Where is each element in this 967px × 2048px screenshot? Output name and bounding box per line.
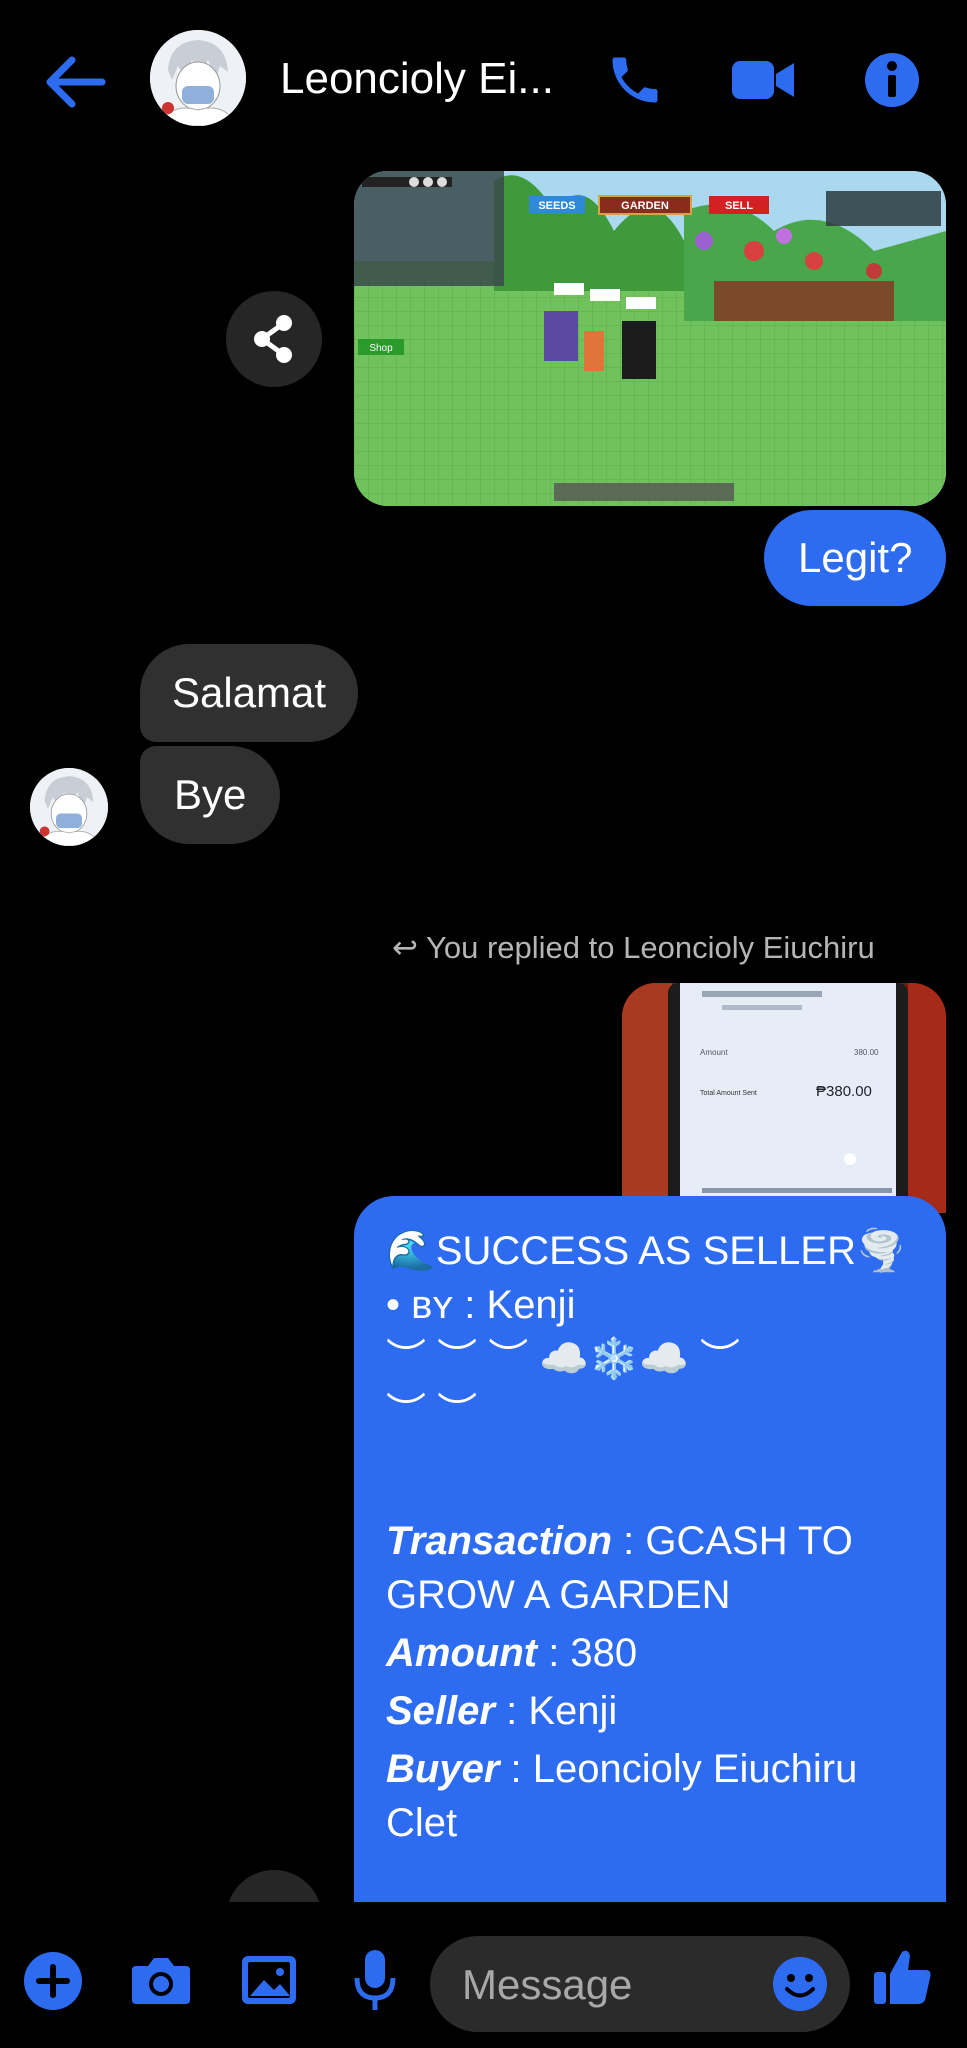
seeds-button: SEEDS (538, 200, 575, 212)
contact-avatar[interactable] (150, 30, 246, 126)
contact-avatar-small[interactable] (30, 768, 108, 846)
msg-decoration-1: ︶ ︶ ︶ ☁️❄️☁️ ︶ (386, 1337, 740, 1381)
receipt-total-value: ₱380.00 (816, 1083, 872, 1100)
receipt-amount-label: Amount (700, 1048, 728, 1057)
msg-decoration-2: ︶ ︶ (386, 1391, 478, 1435)
contact-name[interactable]: Leoncioly Ei... (280, 54, 554, 104)
msg-amount-label: Amount (386, 1631, 538, 1675)
msg-buyer-value-2: Clet (386, 1801, 458, 1845)
message-transaction[interactable]: 🌊SUCCESS AS SELLER🌪️ • ʙʏ : Kenji ︶ ︶ ︶ … (354, 1196, 946, 1906)
plus-icon[interactable] (22, 1950, 84, 2012)
back-arrow-icon[interactable] (42, 52, 112, 112)
msg-seller-label: Seller (386, 1689, 495, 1733)
message-bye[interactable]: Bye (140, 746, 281, 844)
receipt-image[interactable]: Amount 380.00 Total Amount Sent ₱380.00 (622, 983, 946, 1213)
msg-buyer-label: Buyer (386, 1747, 500, 1791)
msg-by-value: : Kenji (464, 1283, 576, 1327)
video-camera-icon[interactable] (730, 55, 796, 105)
garden-button: GARDEN (621, 200, 669, 212)
shop-label: Shop (369, 343, 393, 354)
reply-note-text: You replied to Leoncioly Eiuchiru (426, 930, 875, 965)
msg-by-label: • ʙʏ (386, 1283, 454, 1327)
msg-transaction-value: : GCASH TO (623, 1519, 853, 1563)
message-legit[interactable]: Legit? (764, 510, 947, 606)
camera-icon[interactable] (130, 1952, 192, 2008)
emoji-icon[interactable] (772, 1956, 828, 2012)
sell-button: SELL (725, 200, 753, 212)
phone-icon[interactable] (605, 50, 665, 110)
message-salamat[interactable]: Salamat (140, 644, 359, 742)
info-icon[interactable] (862, 50, 922, 110)
msg-transaction-value-2: GROW A GARDEN (386, 1573, 731, 1617)
reply-note: ↩ You replied to Leoncioly Eiuchiru (392, 930, 875, 966)
game-screenshot-image[interactable]: SEEDS GARDEN SELL Shop (354, 171, 946, 506)
chat-header: Leoncioly Ei... (0, 0, 967, 160)
message-input-placeholder: Message (462, 1961, 633, 2008)
msg-amount-value: : 380 (548, 1631, 638, 1675)
receipt-amount-value: 380.00 (854, 1048, 879, 1057)
msg-seller-value: : Kenji (506, 1689, 618, 1733)
share-button[interactable] (226, 291, 322, 387)
msg-buyer-value: : Leoncioly Eiuchiru (510, 1747, 858, 1791)
msg-line-title: 🌊SUCCESS AS SELLER🌪️ (386, 1229, 906, 1273)
msg-transaction-label: Transaction (386, 1519, 612, 1563)
receipt-total-label: Total Amount Sent (700, 1090, 757, 1097)
thumbs-up-icon[interactable] (872, 1946, 934, 2008)
gallery-icon[interactable] (240, 1952, 298, 2008)
reply-arrow-icon: ↩ (392, 930, 418, 965)
microphone-icon[interactable] (352, 1948, 398, 2014)
